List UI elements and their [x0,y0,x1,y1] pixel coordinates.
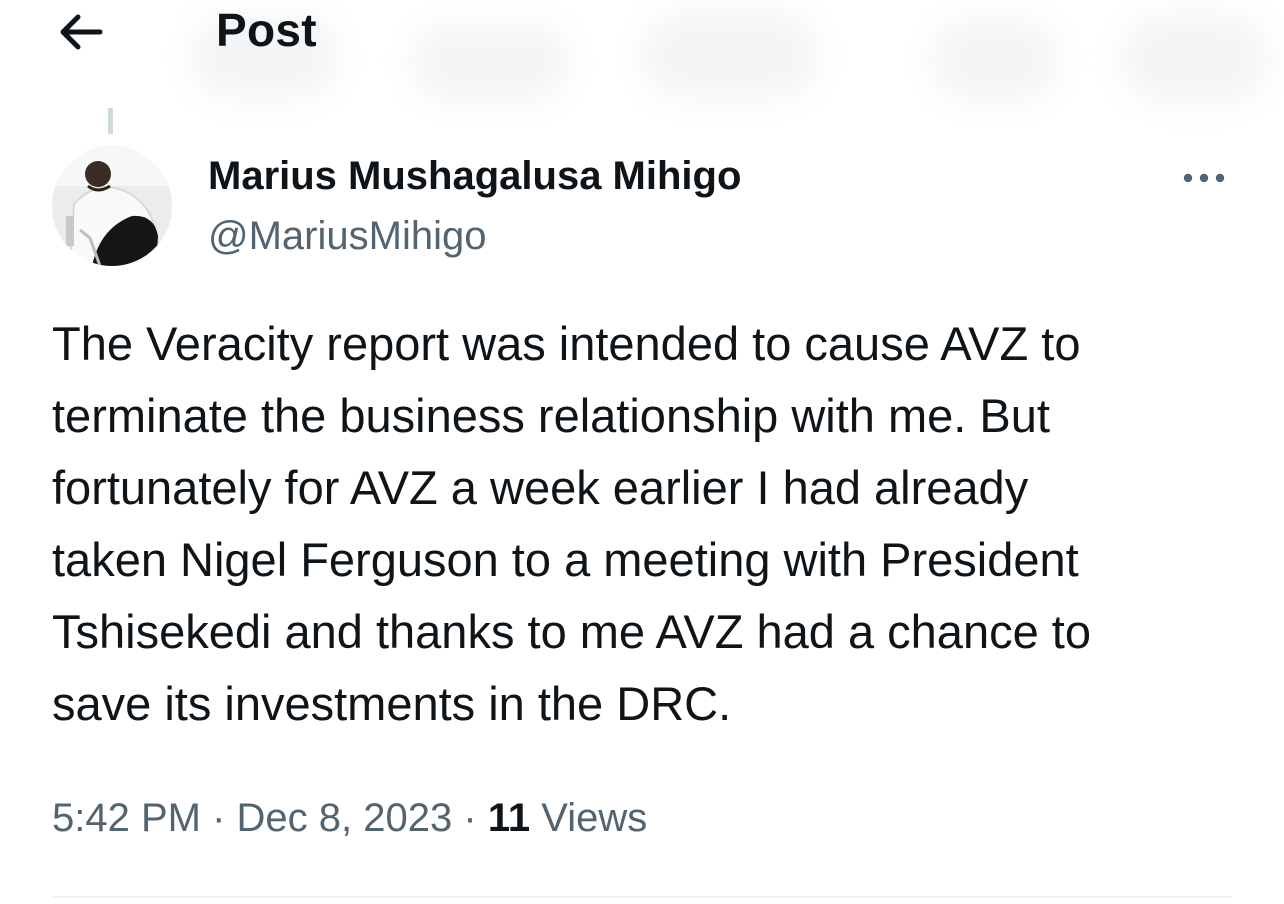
more-horizontal-icon [1183,173,1225,183]
views-count[interactable]: 11 [488,796,530,840]
back-button[interactable] [46,6,112,58]
author-handle[interactable]: @MariusMihigo [208,212,486,260]
author-name[interactable]: Marius Mushagalusa Mihigo [208,152,741,200]
blurred-background-shape [1120,12,1270,104]
blurred-background-shape [640,10,820,100]
more-options-button[interactable] [1176,160,1232,196]
blurred-background-shape [410,22,570,102]
page-title: Post [216,4,317,56]
divider [52,896,1232,898]
views-label: Views [541,796,648,840]
thread-connector-line [108,108,113,134]
avatar[interactable] [52,146,172,266]
tweet-text: The Veracity report was intended to caus… [52,317,1091,730]
tweet-date[interactable]: Dec 8, 2023 [237,796,453,840]
profile-photo [52,146,172,266]
separator: · [463,796,477,840]
tweet-metadata: 5:42 PM · Dec 8, 2023 · 11 Views [52,792,647,844]
blurred-background-shape [930,18,1060,102]
arrow-left-icon [60,14,103,50]
tweet-time[interactable]: 5:42 PM [52,796,201,840]
top-bar: Post [0,0,1284,108]
separator: · [212,796,226,840]
